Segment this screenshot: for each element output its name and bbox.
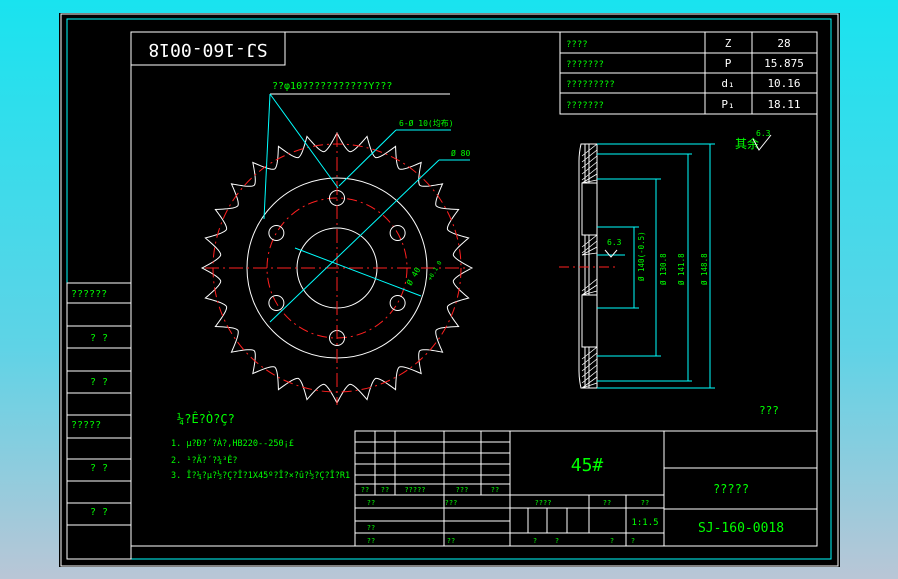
param-name-2: ??????? bbox=[566, 60, 604, 70]
sheet-cell-3: ? bbox=[610, 537, 614, 545]
bore-tolerance: +0.1 0 bbox=[427, 259, 444, 282]
cad-drawing: SJ-160-0018 ???? Z 28??????? P 15.875???????… bbox=[60, 13, 839, 567]
tech-req-item-1: 1. µ?Ð?´?À?,HB220--250¡£ bbox=[171, 437, 294, 449]
left-label-3: ? ? bbox=[90, 377, 108, 388]
side-dim-3: Ø 141.8 bbox=[677, 253, 686, 285]
approve-col-3: ?? bbox=[447, 537, 455, 545]
front-view-annotations: ??φ10???????????Y??? 6-Ø 10(均布) Ø 80 Ø 4… bbox=[263, 81, 470, 323]
side-section-view: Ø 140(-0.5) Ø 130.8 Ø 141.8 Ø 148.8 6.3 其余 … bbox=[559, 129, 779, 417]
left-label-1: ?????? bbox=[71, 289, 107, 300]
sheet-cell-4: ? bbox=[631, 537, 635, 545]
param-value-1: 28 bbox=[777, 37, 790, 50]
param-symbol-4: P₁ bbox=[721, 98, 734, 111]
bolt-hole-3 bbox=[389, 295, 406, 311]
material-label: 45# bbox=[571, 455, 604, 476]
technical-requirements: ¼?Ê?Ò?Ç? 1. µ?Ð?´?À?,HB220--250¡£ 2. ¹?Ã… bbox=[171, 411, 350, 481]
surface-face-value: 6.3 bbox=[607, 238, 622, 247]
scale-value: 1:1.5 bbox=[631, 518, 658, 528]
param-symbol-1: Z bbox=[725, 37, 732, 50]
part-name: ????? bbox=[713, 482, 749, 496]
unknown-mark: ??? bbox=[759, 404, 779, 417]
param-name-1: ???? bbox=[566, 40, 588, 50]
tech-req-title: ¼?Ê?Ò?Ç? bbox=[177, 411, 235, 426]
upside-drawing-number: SJ-160-0018 bbox=[148, 39, 267, 60]
bolt-hole-6 bbox=[268, 225, 285, 241]
header-cell-1: ?? bbox=[361, 486, 369, 494]
param-name-3: ????????? bbox=[566, 80, 615, 90]
tech-req-item-3: 3. Î?¼?µ?½?Ç?Î?1X45º?Î?×?û?½?Ç?Î?R1 bbox=[171, 469, 350, 481]
param-name-4: ??????? bbox=[566, 101, 604, 111]
param-value-4: 18.11 bbox=[767, 98, 800, 111]
roughness-mark-face bbox=[604, 249, 618, 258]
weight-col-2: ?? bbox=[603, 499, 611, 507]
header-cell-4: ??? bbox=[456, 486, 469, 494]
param-value-2: 15.875 bbox=[764, 57, 804, 70]
weight-col-3: ?? bbox=[641, 499, 649, 507]
drawing-sheet: SJ-160-0018 ???? Z 28??????? P 15.875???????… bbox=[59, 13, 840, 567]
left-label-2: ? ? bbox=[90, 333, 108, 344]
design-col-4: ??? bbox=[445, 499, 458, 507]
drawing-border bbox=[130, 31, 818, 547]
side-hub-top bbox=[581, 182, 598, 236]
drawing-number: SJ-160-0018 bbox=[698, 521, 784, 536]
side-hub-bottom bbox=[581, 294, 598, 348]
approve-label: ?? bbox=[367, 537, 375, 545]
surface-rest-value: 6.3 bbox=[756, 129, 771, 138]
param-value-3: 10.16 bbox=[767, 77, 800, 90]
left-label-4: ????? bbox=[71, 420, 101, 431]
check-label: ?? bbox=[367, 524, 375, 532]
note-top: ??φ10???????????Y??? bbox=[272, 81, 392, 92]
sheet-cell-1: ? bbox=[533, 537, 537, 545]
header-cell-2: ?? bbox=[381, 486, 389, 494]
left-label-6: ? ? bbox=[90, 507, 108, 518]
sheet-cell-2: ? bbox=[555, 537, 559, 545]
header-cell-3: ????? bbox=[404, 486, 425, 494]
design-label: ?? bbox=[367, 499, 375, 507]
side-dim-1: Ø 140(-0.5) bbox=[637, 231, 646, 281]
side-dimension-lines bbox=[597, 143, 715, 389]
hole-callout: 6-Ø 10(均布) bbox=[399, 118, 454, 128]
param-symbol-2: P bbox=[725, 57, 732, 70]
param-symbol-3: d₁ bbox=[721, 77, 734, 90]
side-dim-2: Ø 130.8 bbox=[659, 253, 668, 285]
weight-label: ???? bbox=[535, 499, 552, 507]
header-cell-5: ?? bbox=[491, 486, 499, 494]
pcd-dimension: Ø 80 bbox=[451, 148, 470, 158]
side-dim-4: Ø 148.8 bbox=[700, 253, 709, 285]
tech-req-item-2: 2. ¹?Ã?´?¾³Ê? bbox=[171, 454, 238, 466]
left-label-5: ? ? bbox=[90, 463, 108, 474]
